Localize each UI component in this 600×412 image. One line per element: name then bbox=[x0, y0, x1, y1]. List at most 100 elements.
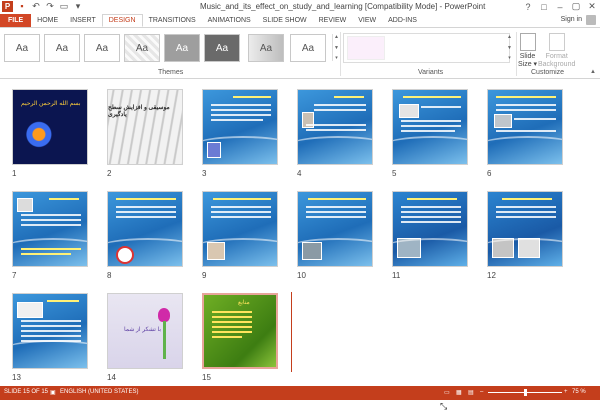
slide-thumbnail[interactable]: 3 bbox=[202, 89, 278, 178]
theme-8[interactable]: Aa bbox=[290, 34, 326, 62]
slide-thumbnail[interactable]: 13 bbox=[12, 293, 88, 382]
tab-transitions[interactable]: TRANSITIONS bbox=[143, 14, 202, 27]
restore-icon[interactable]: ▢ bbox=[568, 0, 584, 13]
slide-thumbnail[interactable]: با تشکر از شما 14 bbox=[107, 293, 183, 382]
title-bar: P ▪ ↶ ↷ ▭ ▾ Music_and_its_effect_on_stud… bbox=[0, 0, 600, 14]
slide-thumbnail[interactable]: 8 bbox=[107, 191, 183, 280]
help-icon[interactable]: ? bbox=[520, 0, 536, 13]
more-icon[interactable]: ▾ bbox=[335, 55, 338, 61]
window-title: Music_and_its_effect_on_study_and_learni… bbox=[200, 2, 486, 11]
slide-image bbox=[392, 191, 468, 267]
slide-number: 12 bbox=[487, 271, 496, 280]
slide-image: منابع bbox=[202, 293, 278, 369]
slide-image bbox=[487, 89, 563, 165]
zoom-in-icon[interactable]: + bbox=[564, 389, 568, 395]
slide-number: 13 bbox=[12, 373, 21, 382]
mouse-cursor-icon: ⤡ bbox=[440, 401, 448, 411]
close-icon[interactable]: ✕ bbox=[584, 0, 600, 13]
flower-image bbox=[158, 308, 170, 322]
tab-design[interactable]: DESIGN bbox=[101, 14, 143, 27]
tab-insert[interactable]: INSERT bbox=[64, 14, 102, 27]
status-bar: SLIDE 15 OF 15 ▣ ENGLISH (UNITED STATES)… bbox=[0, 386, 600, 400]
tab-file[interactable]: FILE bbox=[0, 14, 32, 27]
slide-number: 5 bbox=[392, 169, 397, 178]
slide-image bbox=[297, 191, 373, 267]
tab-view[interactable]: VIEW bbox=[352, 14, 382, 27]
normal-view-icon[interactable]: ▭ bbox=[444, 389, 450, 396]
slide-thumbnail[interactable]: 9 bbox=[202, 191, 278, 280]
slide-thumbnail[interactable]: موسیقی و افزایش سطح یادگیری 2 bbox=[107, 89, 183, 178]
scroll-up-icon[interactable]: ▲ bbox=[507, 34, 512, 40]
reading-view-icon[interactable]: ▤ bbox=[468, 389, 474, 396]
quick-access-toolbar: P ▪ ↶ ↷ ▭ ▾ bbox=[2, 1, 83, 12]
scroll-down-icon[interactable]: ▼ bbox=[334, 45, 339, 51]
variants-gallery-scroll[interactable]: ▲ ▼ ▾ bbox=[506, 34, 513, 61]
slide-thumbnail[interactable]: 12 bbox=[487, 191, 563, 280]
language-indicator[interactable]: ENGLISH (UNITED STATES) bbox=[60, 389, 138, 395]
theme-3[interactable]: Aa bbox=[84, 34, 120, 62]
slide-number: 7 bbox=[12, 271, 17, 280]
tab-animations[interactable]: ANIMATIONS bbox=[202, 14, 257, 27]
zoom-level[interactable]: 75 % bbox=[572, 389, 586, 395]
tab-review[interactable]: REVIEW bbox=[313, 14, 353, 27]
slide-number: 8 bbox=[107, 271, 112, 280]
slide-thumbnail-selected[interactable]: منابع 15 bbox=[202, 293, 278, 382]
slide-number: 2 bbox=[107, 169, 112, 178]
collapse-ribbon-icon[interactable]: ▲ bbox=[590, 69, 596, 75]
slide-thumbnail[interactable]: 5 bbox=[392, 89, 468, 178]
save-icon[interactable]: ▪ bbox=[17, 1, 27, 11]
sign-in-link[interactable]: Sign in bbox=[561, 16, 582, 23]
format-background-icon bbox=[548, 33, 565, 51]
account-avatar-icon[interactable] bbox=[586, 15, 596, 25]
slide-thumbnail[interactable]: بسم الله الرحمن الرحيم 1 bbox=[12, 89, 88, 178]
minimize-icon[interactable]: – bbox=[552, 0, 568, 13]
ribbon-display-icon[interactable]: □ bbox=[536, 0, 552, 13]
slide-image bbox=[297, 89, 373, 165]
variant-thumbnail[interactable] bbox=[347, 36, 385, 60]
slide-number: 10 bbox=[297, 271, 306, 280]
slide-counter: SLIDE 15 OF 15 bbox=[4, 389, 49, 395]
tab-home[interactable]: HOME bbox=[31, 14, 64, 27]
themes-group-label: Themes bbox=[158, 69, 184, 76]
theme-2[interactable]: Aa bbox=[44, 34, 80, 62]
slide-thumbnail[interactable]: 10 bbox=[297, 191, 373, 280]
slide-image bbox=[392, 89, 468, 165]
ribbon-design: Aa Aa Aa Aa Aa Aa Aa Aa ▲ ▼ ▾ Themes ▲ ▼… bbox=[0, 28, 600, 79]
more-icon[interactable]: ▾ bbox=[508, 55, 511, 61]
powerpoint-logo-icon: P bbox=[2, 1, 13, 12]
slide-size-button[interactable]: Slide Size ▾ bbox=[518, 33, 537, 69]
themes-gallery-scroll[interactable]: ▲ ▼ ▾ bbox=[332, 34, 340, 61]
slide-image bbox=[202, 191, 278, 267]
slide-image bbox=[12, 191, 88, 267]
slide-thumbnail[interactable]: 11 bbox=[392, 191, 468, 280]
zoom-out-icon[interactable]: – bbox=[480, 389, 483, 395]
theme-4[interactable]: Aa bbox=[124, 34, 160, 62]
slide-number: 4 bbox=[297, 169, 302, 178]
theme-6[interactable]: Aa bbox=[204, 34, 240, 62]
redo-icon[interactable]: ↷ bbox=[45, 1, 55, 11]
slide-thumbnail[interactable]: 7 bbox=[12, 191, 88, 280]
slide-sorter-view-icon[interactable]: ▦ bbox=[456, 389, 462, 396]
theme-office[interactable]: Aa bbox=[4, 34, 40, 62]
theme-7[interactable]: Aa bbox=[248, 34, 284, 62]
slide-number: 15 bbox=[202, 373, 211, 382]
slide-thumbnail[interactable]: 6 bbox=[487, 89, 563, 178]
theme-5[interactable]: Aa bbox=[164, 34, 200, 62]
scroll-up-icon[interactable]: ▲ bbox=[334, 34, 339, 40]
variants-group-label: Variants bbox=[418, 69, 444, 76]
slide-number: 11 bbox=[392, 271, 401, 280]
proofing-icon[interactable]: ▣ bbox=[50, 389, 56, 396]
slide-image bbox=[487, 191, 563, 267]
slide-image: با تشکر از شما bbox=[107, 293, 183, 369]
scroll-down-icon[interactable]: ▼ bbox=[507, 45, 512, 51]
tab-add-ins[interactable]: ADD-INS bbox=[382, 14, 423, 27]
slide-thumbnail[interactable]: 4 bbox=[297, 89, 373, 178]
start-from-beginning-icon[interactable]: ▭ bbox=[59, 1, 69, 11]
undo-icon[interactable]: ↶ bbox=[31, 1, 41, 11]
customize-qat-icon[interactable]: ▾ bbox=[73, 1, 83, 11]
zoom-slider-handle[interactable] bbox=[523, 389, 527, 396]
slide-image bbox=[12, 293, 88, 369]
format-background-button[interactable]: Format Background bbox=[538, 33, 575, 69]
tab-slide-show[interactable]: SLIDE SHOW bbox=[257, 14, 313, 27]
variants-gallery bbox=[343, 33, 510, 63]
